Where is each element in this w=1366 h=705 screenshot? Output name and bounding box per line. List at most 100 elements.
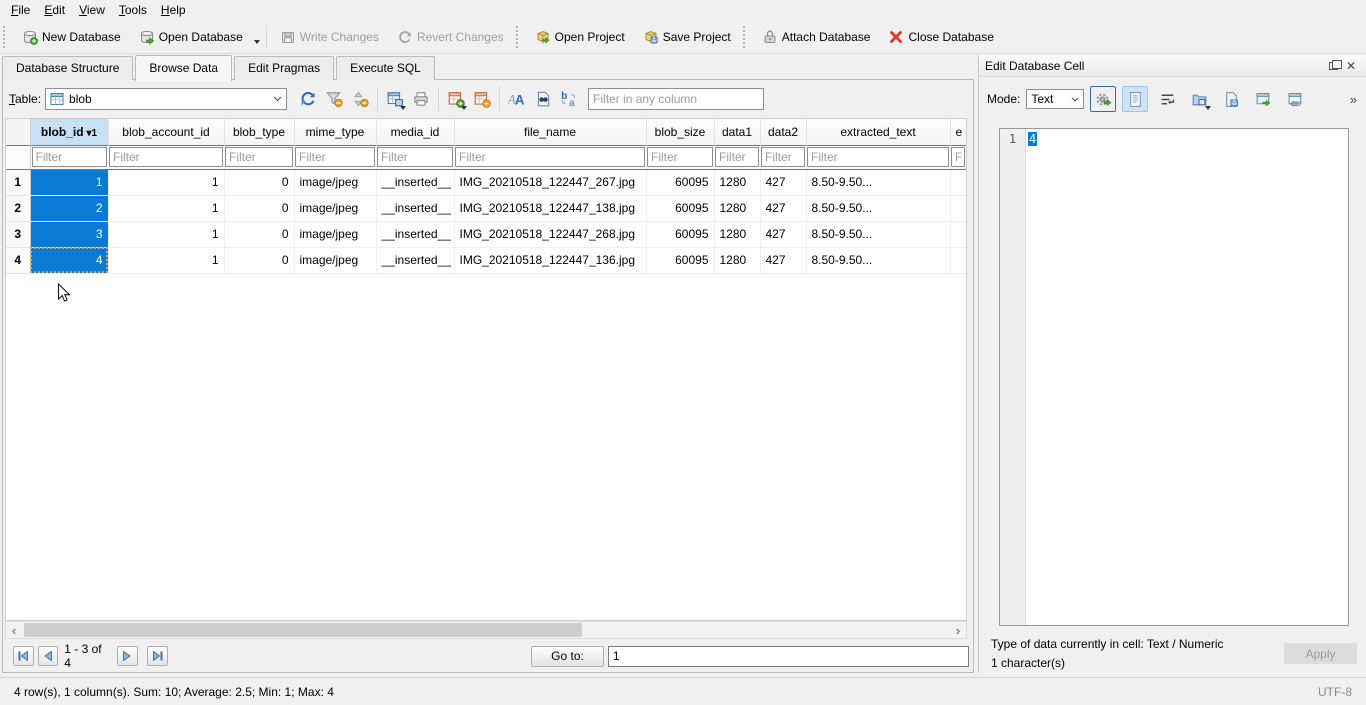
- cell-blob-size[interactable]: 60095: [646, 195, 714, 221]
- cell-file-name[interactable]: IMG_20210518_122447_136.jpg: [454, 247, 646, 273]
- cell-truncated[interactable]: [950, 169, 966, 195]
- save-table-as-button[interactable]: [382, 86, 408, 112]
- filter-input-media-id[interactable]: [377, 147, 453, 167]
- cell-media-id[interactable]: __inserted__: [376, 169, 454, 195]
- last-record-button[interactable]: [147, 646, 168, 666]
- cell-data1[interactable]: 1280: [714, 221, 760, 247]
- mode-select[interactable]: Text: [1026, 89, 1084, 109]
- clear-filters-button[interactable]: [321, 86, 347, 112]
- filter-any-column-input[interactable]: [588, 88, 764, 110]
- column-header-extracted-text[interactable]: extracted_text: [806, 119, 950, 145]
- cell-file-name[interactable]: IMG_20210518_122447_138.jpg: [454, 195, 646, 221]
- filter-input-data1[interactable]: [715, 147, 759, 167]
- cell-truncated[interactable]: [950, 195, 966, 221]
- new-database-button[interactable]: New Database: [13, 24, 130, 50]
- cell-mime-type[interactable]: image/jpeg: [294, 195, 376, 221]
- cell-blob-id[interactable]: 2: [30, 195, 108, 221]
- encoding-indicator[interactable]: UTF-8: [1318, 685, 1352, 699]
- text-mode-button[interactable]: [1122, 86, 1148, 112]
- cell-blob-id[interactable]: 1: [30, 169, 108, 195]
- cell-data1[interactable]: 1280: [714, 195, 760, 221]
- column-header-file-name[interactable]: file_name: [454, 119, 646, 145]
- cell-extracted-text[interactable]: 8.50-9.50...: [806, 169, 950, 195]
- previous-record-button[interactable]: [38, 646, 59, 666]
- filter-input-file-name[interactable]: [455, 147, 645, 167]
- cell-data1[interactable]: 1280: [714, 169, 760, 195]
- cell-blob-account-id[interactable]: 1: [108, 247, 224, 273]
- column-header-data1[interactable]: data1: [714, 119, 760, 145]
- cell-content-editor[interactable]: 1 4: [999, 128, 1349, 626]
- cell-extracted-text[interactable]: 8.50-9.50...: [806, 195, 950, 221]
- cell-mime-type[interactable]: image/jpeg: [294, 221, 376, 247]
- open-database-button[interactable]: Open Database: [130, 24, 252, 50]
- print-button[interactable]: [408, 86, 434, 112]
- cell-data2[interactable]: 427: [760, 195, 806, 221]
- set-as-link-button[interactable]: [1282, 86, 1308, 112]
- filter-input-blob-id[interactable]: [32, 147, 108, 167]
- scroll-right-icon[interactable]: ›: [950, 622, 966, 638]
- refresh-button[interactable]: [295, 86, 321, 112]
- scroll-left-icon[interactable]: ‹: [6, 622, 22, 638]
- menu-edit[interactable]: Edit: [37, 1, 72, 19]
- tab-edit-pragmas[interactable]: Edit Pragmas: [234, 56, 334, 80]
- open-project-button[interactable]: Open Project: [526, 24, 634, 50]
- cell-truncated[interactable]: [950, 247, 966, 273]
- open-in-external-button[interactable]: [1250, 86, 1276, 112]
- filter-input-data2[interactable]: [761, 147, 805, 167]
- row-number[interactable]: 1: [6, 169, 30, 195]
- horizontal-scrollbar[interactable]: ‹ ›: [5, 621, 967, 639]
- cell-data2[interactable]: 427: [760, 221, 806, 247]
- column-header-mime-type[interactable]: mime_type: [294, 119, 376, 145]
- cell-blob-type[interactable]: 0: [224, 169, 294, 195]
- clear-sorting-button[interactable]: [347, 86, 373, 112]
- cell-blob-id[interactable]: 3: [30, 221, 108, 247]
- cell-file-name[interactable]: IMG_20210518_122447_268.jpg: [454, 221, 646, 247]
- first-record-button[interactable]: [13, 646, 34, 666]
- menu-view[interactable]: View: [72, 1, 112, 19]
- cell-blob-account-id[interactable]: 1: [108, 195, 224, 221]
- row-number[interactable]: 3: [6, 221, 30, 247]
- tab-execute-sql[interactable]: Execute SQL: [336, 56, 435, 80]
- next-record-button[interactable]: [117, 646, 138, 666]
- cell-blob-size[interactable]: 60095: [646, 169, 714, 195]
- column-header-truncated[interactable]: e: [950, 119, 966, 145]
- column-header-blob-size[interactable]: blob_size: [646, 119, 714, 145]
- row-number[interactable]: 2: [6, 195, 30, 221]
- close-database-button[interactable]: Close Database: [879, 24, 1002, 50]
- insert-record-button[interactable]: [443, 86, 469, 112]
- cell-blob-type[interactable]: 0: [224, 247, 294, 273]
- cell-mime-type[interactable]: image/jpeg: [294, 247, 376, 273]
- cell-media-id[interactable]: __inserted__: [376, 195, 454, 221]
- filter-input-blob-size[interactable]: [647, 147, 713, 167]
- menu-help[interactable]: Help: [154, 1, 193, 19]
- cell-data2[interactable]: 427: [760, 169, 806, 195]
- auto-apply-button[interactable]: [1090, 86, 1116, 112]
- column-header-data2[interactable]: data2: [760, 119, 806, 145]
- cell-mime-type[interactable]: image/jpeg: [294, 169, 376, 195]
- goto-record-input[interactable]: [608, 646, 969, 667]
- close-panel-button[interactable]: ✕: [1342, 58, 1360, 74]
- write-changes-button[interactable]: Write Changes: [271, 24, 388, 50]
- cell-blob-size[interactable]: 60095: [646, 247, 714, 273]
- find-in-table-button[interactable]: [530, 86, 556, 112]
- column-header-blob-type[interactable]: blob_type: [224, 119, 294, 145]
- cell-media-id[interactable]: __inserted__: [376, 221, 454, 247]
- export-data-button[interactable]: [1218, 86, 1244, 112]
- scrollbar-thumb[interactable]: [24, 623, 582, 637]
- apply-button[interactable]: Apply: [1284, 643, 1357, 664]
- cell-blob-account-id[interactable]: 1: [108, 169, 224, 195]
- filter-input-blob-type[interactable]: [225, 147, 293, 167]
- cell-media-id[interactable]: __inserted__: [376, 247, 454, 273]
- filter-input-truncated[interactable]: [951, 147, 965, 167]
- cell-blob-size[interactable]: 60095: [646, 221, 714, 247]
- filter-input-blob-account-id[interactable]: [109, 147, 223, 167]
- cell-extracted-text[interactable]: 8.50-9.50...: [806, 247, 950, 273]
- menu-file[interactable]: File: [4, 1, 37, 19]
- filter-input-mime-type[interactable]: [295, 147, 375, 167]
- cell-blob-type[interactable]: 0: [224, 195, 294, 221]
- edit-display-format-button[interactable]: AA: [504, 86, 530, 112]
- goto-button[interactable]: Go to:: [531, 646, 604, 667]
- menu-tools[interactable]: Tools: [112, 1, 154, 19]
- delete-record-button[interactable]: [469, 86, 495, 112]
- tab-database-structure[interactable]: Database Structure: [2, 56, 133, 80]
